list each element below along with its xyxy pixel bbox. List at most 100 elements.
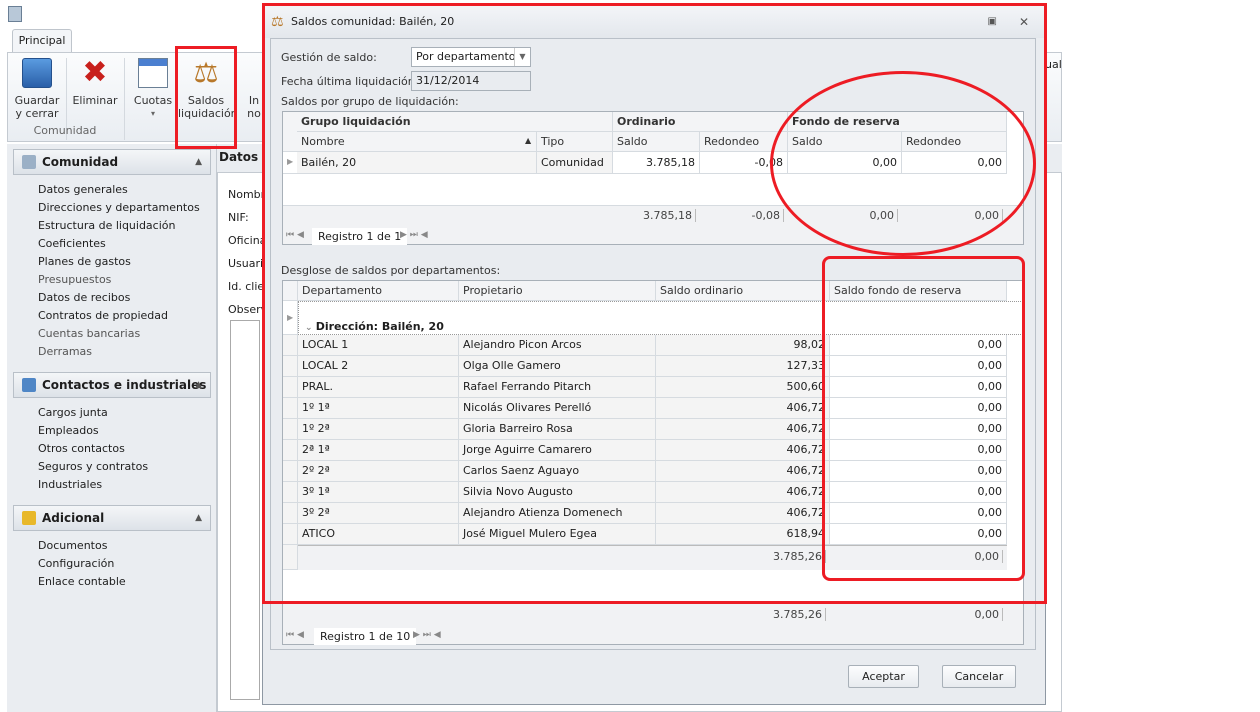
column-header[interactable]: Departamento [298,281,459,301]
sidebar-item[interactable]: Planes de gastos [38,255,131,268]
grid-cell[interactable]: Rafael Ferrando Pitarch [459,377,656,398]
column-header[interactable]: Saldo fondo de reserva [830,281,1007,301]
observaciones-textarea[interactable] [230,320,260,700]
cancel-button[interactable]: Cancelar [942,665,1016,688]
grid-cell[interactable]: 3º 2ª [298,503,459,524]
grid-cell[interactable]: Alejandro Picon Arcos [459,335,656,356]
grid-cell[interactable]: 0,00 [788,152,902,174]
column-header[interactable]: Nombre [297,132,537,152]
nav-next-last-icon[interactable]: ▶ ⏭ ◀ [400,230,428,240]
sidebar-item[interactable]: Presupuestos [38,273,111,286]
grid-cell[interactable]: 98,02 [656,335,830,356]
sidebar-item[interactable]: Contratos de propiedad [38,309,168,322]
column-header[interactable]: Propietario [459,281,656,301]
nav-first-prev-icon[interactable]: ⏮ ◀ [286,230,304,240]
column-header[interactable]: Tipo [537,132,613,152]
ribbon-button-partial[interactable]: In no [247,94,261,120]
sidebar-item[interactable]: Cargos junta [38,406,108,419]
grid-cell[interactable]: Nicolás Olivares Perelló [459,398,656,419]
grid-cell[interactable]: 0,00 [830,419,1007,440]
grid-cell[interactable]: Bailén, 20 [297,152,537,174]
grid-cell[interactable]: 0,00 [830,524,1007,545]
column-header[interactable]: Saldo [613,132,700,152]
grid-cell[interactable]: ATICO [298,524,459,545]
restore-icon[interactable]: ▣ [988,4,997,40]
grid-cell[interactable]: PRAL. [298,377,459,398]
chevron-down-icon[interactable]: ▼ [514,48,530,66]
grid-cell[interactable]: 1º 1ª [298,398,459,419]
grid-cell[interactable]: Gloria Barreiro Rosa [459,419,656,440]
sidebar-item[interactable]: Datos de recibos [38,291,130,304]
grid-cell[interactable]: 406,72 [656,461,830,482]
column-header[interactable]: Saldo ordinario [656,281,830,301]
chevron-up-icon[interactable]: ▲ [195,150,202,174]
sidebar-item[interactable]: Enlace contable [38,575,126,588]
column-header[interactable]: Saldo [788,132,902,152]
grid-cell[interactable]: LOCAL 2 [298,356,459,377]
grid-cell[interactable]: 0,00 [902,152,1007,174]
gestion-select[interactable]: Por departamento ▼ [411,47,531,67]
sidebar-item[interactable]: Derramas [38,345,92,358]
sidebar-item[interactable]: Industriales [38,478,102,491]
grid-cell[interactable]: Alejandro Atienza Domenech [459,503,656,524]
sidebar-section-2[interactable]: Adicional ▲ [13,505,211,531]
grid-cell[interactable]: 406,72 [656,503,830,524]
grid-cell[interactable]: José Miguel Mulero Egea [459,524,656,545]
grid-cell[interactable]: 0,00 [830,482,1007,503]
chevron-up-icon[interactable]: ▲ [195,373,202,397]
grid-cell[interactable]: 3.785,18 [613,152,700,174]
grid-cell[interactable]: LOCAL 1 [298,335,459,356]
delete-button[interactable]: ✖ Eliminar [72,58,118,108]
grid-cell[interactable]: 406,72 [656,482,830,503]
grid-cell[interactable]: Silvia Novo Augusto [459,482,656,503]
sidebar-item[interactable]: Configuración [38,557,114,570]
gestion-label: Gestión de saldo: [281,51,377,64]
grid-cell[interactable]: Comunidad [537,152,613,174]
close-icon[interactable]: ✕ [1019,4,1029,40]
sidebar-item[interactable]: Datos generales [38,183,128,196]
tab-principal[interactable]: Principal [12,29,72,53]
column-header[interactable]: Redondeo [700,132,788,152]
grid-cell[interactable]: 0,00 [830,356,1007,377]
saldos-liquidacion-button[interactable]: ⚖ Saldos liquidación [178,58,238,121]
grid-cell[interactable]: 500,60 [656,377,830,398]
sidebar-item[interactable]: Estructura de liquidación [38,219,175,232]
chevron-down-icon[interactable]: ⌄ [305,323,316,333]
grid-cell[interactable]: 2ª 1ª [298,440,459,461]
save-close-button[interactable]: Guardar y cerrar [14,58,60,120]
grid-cell[interactable]: -0,08 [700,152,788,174]
grid-cell[interactable]: 406,72 [656,440,830,461]
grid-cell[interactable]: 1º 2ª [298,419,459,440]
grid-cell[interactable]: 0,00 [830,398,1007,419]
sidebar-item[interactable]: Otros contactos [38,442,125,455]
accept-button[interactable]: Aceptar [848,665,919,688]
sidebar-item[interactable]: Direcciones y departamentos [38,201,200,214]
sidebar-section-1[interactable]: Contactos e industriales ▲ [13,372,211,398]
grid-cell[interactable]: 406,72 [656,398,830,419]
grid-cell[interactable]: Carlos Saenz Aguayo [459,461,656,482]
grid-cell[interactable]: 0,00 [830,503,1007,524]
column-header[interactable]: Redondeo [902,132,1007,152]
grid-cell[interactable]: 0,00 [830,377,1007,398]
grid-cell[interactable]: 0,00 [830,461,1007,482]
sidebar-section-0[interactable]: Comunidad ▲ [13,149,211,175]
sidebar-item[interactable]: Seguros y contratos [38,460,148,473]
grid-cell[interactable]: 0,00 [830,440,1007,461]
grid-cell[interactable]: 406,72 [656,419,830,440]
cuotas-button[interactable]: Cuotas ▾ [130,58,176,120]
sidebar-item[interactable]: Empleados [38,424,99,437]
grid-cell[interactable]: Jorge Aguirre Camarero [459,440,656,461]
nav-first-prev-icon[interactable]: ⏮ ◀ [286,630,304,640]
sidebar-item[interactable]: Documentos [38,539,107,552]
grid-cell[interactable]: 0,00 [830,335,1007,356]
chevron-up-icon[interactable]: ▲ [195,506,202,530]
grid-cell[interactable]: 618,94 [656,524,830,545]
sidebar-item[interactable]: Coeficientes [38,237,106,250]
nav-next-last-icon[interactable]: ▶ ⏭ ◀ [413,630,441,640]
grid-cell[interactable]: 2º 2ª [298,461,459,482]
grid-cell[interactable]: 3º 1ª [298,482,459,503]
dialog-title: Saldos comunidad: Bailén, 20 [291,15,455,28]
grid-cell[interactable]: Olga Olle Gamero [459,356,656,377]
grid-cell[interactable]: 127,33 [656,356,830,377]
sidebar-item[interactable]: Cuentas bancarias [38,327,140,340]
